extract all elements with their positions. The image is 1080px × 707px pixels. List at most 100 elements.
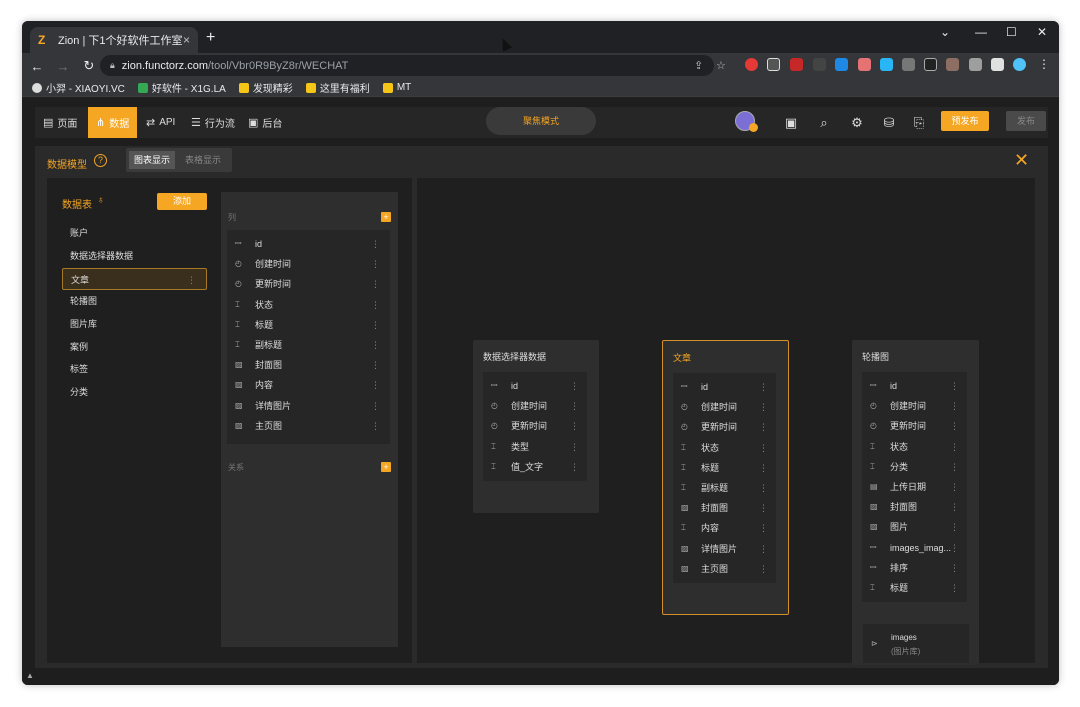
- column-row[interactable]: ꟷ 排序 ⋮: [862, 558, 967, 578]
- back-icon[interactable]: ←: [26, 59, 48, 74]
- column-row[interactable]: ⌶ 副标题 ⋮: [227, 335, 390, 355]
- more-icon[interactable]: ⋮: [570, 437, 579, 457]
- table-item[interactable]: 轮播图: [62, 290, 207, 312]
- column-row[interactable]: ⌶ 状态 ⋮: [227, 295, 390, 315]
- more-icon[interactable]: ⋮: [371, 355, 380, 375]
- column-row[interactable]: ꟷ id ⋮: [673, 377, 776, 397]
- tab-search-icon[interactable]: ⌄: [940, 25, 950, 39]
- lightbulb-icon[interactable]: ♁: [97, 195, 105, 206]
- more-icon[interactable]: ⋮: [759, 438, 768, 458]
- nav-admin[interactable]: ▣ 后台: [240, 107, 290, 138]
- extension-icon-9[interactable]: [924, 58, 937, 71]
- column-row[interactable]: ▨ 封面图 ⋮: [227, 355, 390, 375]
- more-icon[interactable]: ⋮: [570, 416, 579, 436]
- bookmark-item[interactable]: 小羿 - XIAOYI.VC: [32, 80, 125, 95]
- column-row[interactable]: ◴ 更新时间 ⋮: [483, 416, 587, 436]
- more-icon[interactable]: ⋮: [759, 458, 768, 478]
- more-icon[interactable]: ⋮: [371, 375, 380, 395]
- column-row[interactable]: ▨ 内容 ⋮: [227, 375, 390, 395]
- column-row[interactable]: ▨ 主页图 ⋮: [673, 559, 776, 579]
- more-icon[interactable]: ⋮: [371, 274, 380, 294]
- diagram-canvas[interactable]: 数据选择器数据 ꟷ id ⋮ ◴ 创建时间 ⋮ ◴ 更新时间 ⋮ ⌶ 类型 ⋮ ⌶ 值_文字 ⋮ 文章 ꟷ id ⋮ ◴…: [417, 178, 1035, 665]
- column-row[interactable]: ▨ 详情图片 ⋮: [227, 396, 390, 416]
- tab-close-icon[interactable]: ×: [183, 33, 190, 47]
- column-row[interactable]: ◴ 创建时间 ⋮: [227, 254, 390, 274]
- column-row[interactable]: ▨ 封面图 ⋮: [673, 498, 776, 518]
- nav-data[interactable]: ⋔ 数据: [88, 107, 138, 138]
- more-icon[interactable]: ⋮: [950, 437, 959, 457]
- more-icon[interactable]: ⋮: [570, 457, 579, 477]
- more-icon[interactable]: ⋮: [759, 478, 768, 498]
- close-panel-icon[interactable]: ✕: [1014, 150, 1029, 171]
- more-icon[interactable]: ⋮: [371, 335, 380, 355]
- more-icon[interactable]: ⋮: [187, 269, 196, 291]
- column-row[interactable]: ⌶ 标题 ⋮: [862, 578, 967, 598]
- search-icon[interactable]: ⌕: [816, 115, 832, 131]
- column-row[interactable]: ▨ 图片 ⋮: [862, 517, 967, 537]
- more-icon[interactable]: ⋮: [759, 559, 768, 579]
- more-icon[interactable]: ⋮: [950, 497, 959, 517]
- table-item[interactable]: 账户: [62, 222, 207, 244]
- more-icon[interactable]: ⋮: [371, 396, 380, 416]
- browser-menu-icon[interactable]: ⋮: [1038, 57, 1050, 71]
- extension-icon-1[interactable]: [745, 58, 758, 71]
- more-icon[interactable]: ⋮: [950, 477, 959, 497]
- more-icon[interactable]: ⋮: [570, 376, 579, 396]
- column-row[interactable]: ◴ 更新时间 ⋮: [673, 417, 776, 437]
- export-icon[interactable]: ⎘: [911, 115, 927, 131]
- extension-icon-6[interactable]: [858, 58, 871, 71]
- help-icon[interactable]: ?: [94, 154, 107, 167]
- extension-icon-10[interactable]: [946, 58, 959, 71]
- more-icon[interactable]: ⋮: [759, 377, 768, 397]
- column-row[interactable]: ⌶ 分类 ⋮: [862, 457, 967, 477]
- publish-button[interactable]: 发布: [1006, 111, 1046, 131]
- more-icon[interactable]: ⋮: [759, 539, 768, 559]
- add-table-button[interactable]: 添加: [157, 193, 207, 210]
- more-icon[interactable]: ⋮: [950, 538, 959, 558]
- column-row[interactable]: ◴ 创建时间 ⋮: [862, 396, 967, 416]
- save-icon[interactable]: ▣: [783, 115, 799, 131]
- more-icon[interactable]: ⋮: [371, 295, 380, 315]
- add-relation-icon[interactable]: +: [381, 462, 391, 472]
- more-icon[interactable]: ⋮: [759, 397, 768, 417]
- table-item-selected[interactable]: 文章 ⋮: [62, 268, 207, 290]
- share-icon[interactable]: ⇪: [694, 59, 703, 72]
- bookmark-folder[interactable]: MT: [382, 82, 411, 93]
- column-row[interactable]: ⌶ 标题 ⋮: [227, 315, 390, 335]
- more-icon[interactable]: ⋮: [950, 396, 959, 416]
- extension-icon-7[interactable]: [880, 58, 893, 71]
- more-icon[interactable]: ⋮: [371, 416, 380, 436]
- focus-mode-button[interactable]: 聚焦模式: [486, 107, 596, 135]
- column-row[interactable]: ▨ 主页图 ⋮: [227, 416, 390, 436]
- nav-flow[interactable]: ☰ 行为流: [183, 107, 243, 138]
- column-row[interactable]: ⌶ 副标题 ⋮: [673, 478, 776, 498]
- more-icon[interactable]: ⋮: [371, 254, 380, 274]
- bookmark-folder[interactable]: 这里有福利: [305, 80, 370, 95]
- reload-icon[interactable]: ↻: [78, 58, 100, 74]
- chart-view-tab[interactable]: 图表显示: [129, 151, 175, 169]
- table-item[interactable]: 数据选择器数据: [62, 245, 207, 267]
- entity-card[interactable]: 文章 ꟷ id ⋮ ◴ 创建时间 ⋮ ◴ 更新时间 ⋮ ⌶ 状态 ⋮ ⌶ 标题 ⋮ ⌶ 副标题 ⋮ ▨ 封面图 ⋮ ⌶ 内容 ⋮…: [662, 340, 789, 615]
- column-row[interactable]: ◴ 创建时间 ⋮: [673, 397, 776, 417]
- more-icon[interactable]: ⋮: [950, 558, 959, 578]
- entity-card[interactable]: 数据选择器数据 ꟷ id ⋮ ◴ 创建时间 ⋮ ◴ 更新时间 ⋮ ⌶ 类型 ⋮ ⌶ 值_文字 ⋮: [473, 340, 599, 513]
- column-row[interactable]: ⌶ 状态 ⋮: [862, 437, 967, 457]
- table-view-tab[interactable]: 表格显示: [178, 151, 228, 169]
- more-icon[interactable]: ⋮: [371, 234, 380, 254]
- column-row[interactable]: ⌶ 内容 ⋮: [673, 518, 776, 538]
- more-icon[interactable]: ⋮: [570, 396, 579, 416]
- column-row[interactable]: ꟷ images_imag... ⋮: [862, 538, 967, 558]
- bookmark-star-icon[interactable]: ☆: [716, 59, 726, 72]
- browser-tab[interactable]: Z Zion | 下1个好软件工作室 ×: [30, 27, 198, 53]
- column-row[interactable]: ꟷ id ⋮: [483, 376, 587, 396]
- column-row[interactable]: ▨ 封面图 ⋮: [862, 497, 967, 517]
- column-row[interactable]: ◴ 更新时间 ⋮: [227, 274, 390, 294]
- more-icon[interactable]: ⋮: [950, 578, 959, 598]
- maximize-button[interactable]: ☐: [1006, 25, 1017, 39]
- minimize-button[interactable]: —: [975, 25, 987, 39]
- side-panel-icon[interactable]: [991, 58, 1004, 71]
- table-item[interactable]: 案例: [62, 336, 207, 358]
- prepublish-button[interactable]: 预发布: [941, 111, 989, 131]
- close-window-button[interactable]: ✕: [1037, 25, 1047, 39]
- extension-icon-4[interactable]: [813, 58, 826, 71]
